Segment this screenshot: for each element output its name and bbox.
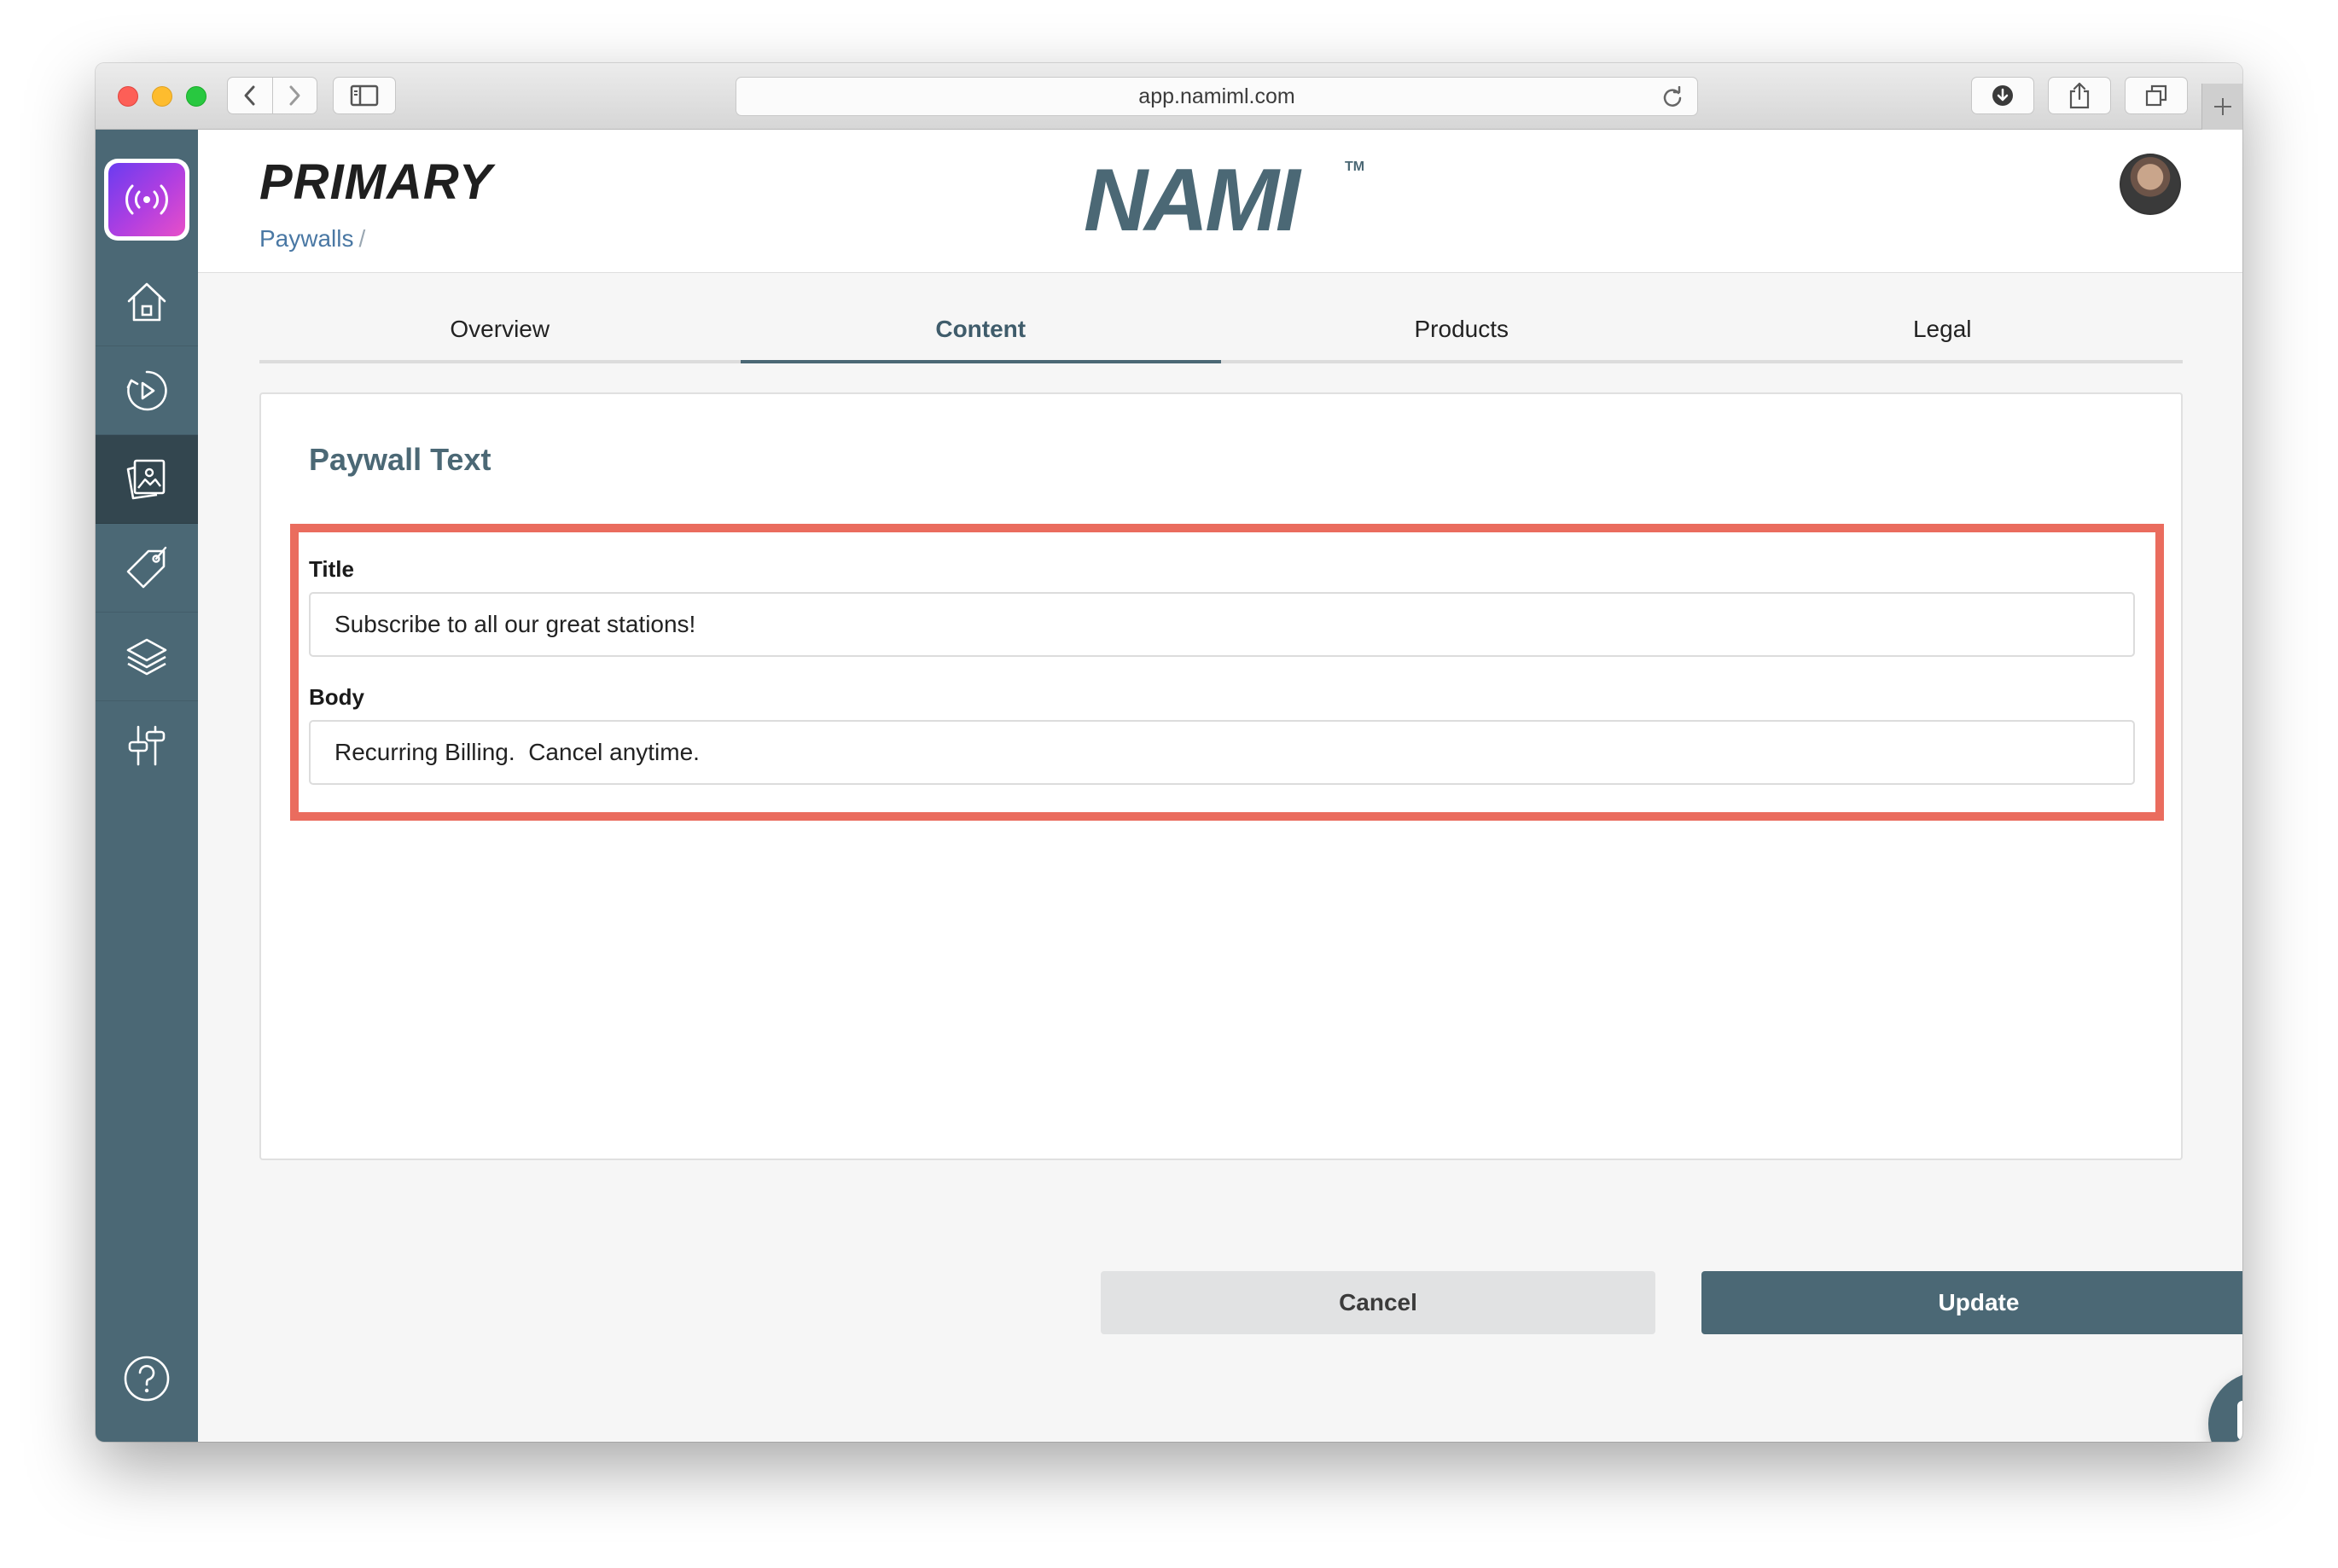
tag-icon	[126, 546, 167, 588]
tab-overview[interactable]: Overview	[259, 309, 741, 360]
new-tab-button[interactable]	[2201, 84, 2242, 130]
breadcrumb-link-paywalls[interactable]: Paywalls	[259, 225, 353, 252]
zoom-window-button[interactable]	[186, 86, 206, 107]
paywall-text-card: Paywall Text Title Body	[259, 392, 2183, 1160]
tab-products[interactable]: Products	[1221, 309, 1702, 360]
app-logo[interactable]	[104, 159, 189, 241]
browser-toolbar: app.namiml.com	[96, 63, 2242, 130]
sidebar-icon	[350, 84, 379, 107]
sidebar-toggle-button[interactable]	[333, 77, 396, 114]
sidebar-item-products[interactable]	[96, 524, 198, 613]
sidebar-item-settings[interactable]	[96, 701, 198, 790]
reload-icon[interactable]	[1661, 86, 1684, 108]
main-content: PRIMARY Paywalls / NAMI TM Overview Conte…	[198, 130, 2242, 1442]
paywall-icon	[126, 459, 166, 499]
chat-icon	[2237, 1401, 2242, 1440]
user-avatar[interactable]	[2120, 154, 2181, 215]
chevron-right-icon	[289, 85, 300, 106]
brand-trademark: TM	[1345, 160, 1364, 174]
breadcrumb: Paywalls /	[259, 225, 365, 253]
settings-sliders-icon	[128, 725, 166, 766]
sidebar-item-home[interactable]	[96, 258, 198, 346]
breadcrumb-separator: /	[358, 225, 366, 252]
nami-logo[interactable]: NAMI TM	[1084, 148, 1365, 242]
app-logo-tile	[108, 163, 185, 236]
help-button[interactable]	[96, 1334, 198, 1423]
tab-overview-button[interactable]	[2125, 77, 2188, 114]
help-icon	[124, 1356, 170, 1402]
browser-window: app.namiml.com PRIMARY Paywalls / NAMI T…	[96, 63, 2242, 1442]
minimize-window-button[interactable]	[152, 86, 172, 107]
download-icon	[1992, 85, 2013, 106]
paywall-tabs: Overview Content Products Legal	[259, 309, 2183, 363]
card-title: Paywall Text	[309, 442, 491, 477]
app-root: PRIMARY Paywalls / NAMI TM Overview Conte…	[96, 130, 2242, 1442]
cancel-button[interactable]: Cancel	[1101, 1271, 1655, 1334]
title-field-label: Title	[309, 556, 354, 582]
back-button[interactable]	[228, 78, 272, 113]
layers-icon	[126, 638, 167, 675]
screenshot-stage: app.namiml.com PRIMARY Paywalls / NAMI T…	[0, 0, 2338, 1568]
plus-icon	[2213, 98, 2231, 115]
close-window-button[interactable]	[118, 86, 138, 107]
tab-content[interactable]: Content	[740, 309, 1222, 363]
page-title: PRIMARY	[259, 154, 493, 210]
broadcast-icon	[125, 184, 168, 215]
url-text: app.namiml.com	[1138, 84, 1295, 108]
sidebar-item-campaigns[interactable]	[96, 346, 198, 435]
sidebar-item-paywalls[interactable]	[96, 435, 198, 524]
tab-legal[interactable]: Legal	[1702, 309, 2184, 360]
share-button[interactable]	[2048, 77, 2111, 114]
forward-button[interactable]	[273, 78, 317, 113]
tabs-icon	[2145, 84, 2167, 107]
sidebar-item-entitlements[interactable]	[96, 613, 198, 701]
history-nav	[227, 77, 317, 114]
share-icon	[2069, 82, 2090, 109]
side-navigation	[96, 130, 198, 1442]
update-button[interactable]: Update	[1701, 1271, 2242, 1334]
campaign-icon	[126, 370, 167, 410]
page-header: PRIMARY Paywalls / NAMI TM	[198, 130, 2242, 273]
chevron-left-icon	[244, 85, 255, 106]
title-input[interactable]	[309, 592, 2135, 657]
body-input[interactable]	[309, 720, 2135, 785]
address-bar[interactable]: app.namiml.com	[736, 77, 1698, 116]
home-icon	[127, 282, 166, 321]
body-field-label: Body	[309, 684, 364, 710]
chat-support-button[interactable]	[2208, 1372, 2242, 1442]
brand-wordmark: NAMI	[1084, 151, 1302, 242]
downloads-button[interactable]	[1971, 77, 2034, 114]
